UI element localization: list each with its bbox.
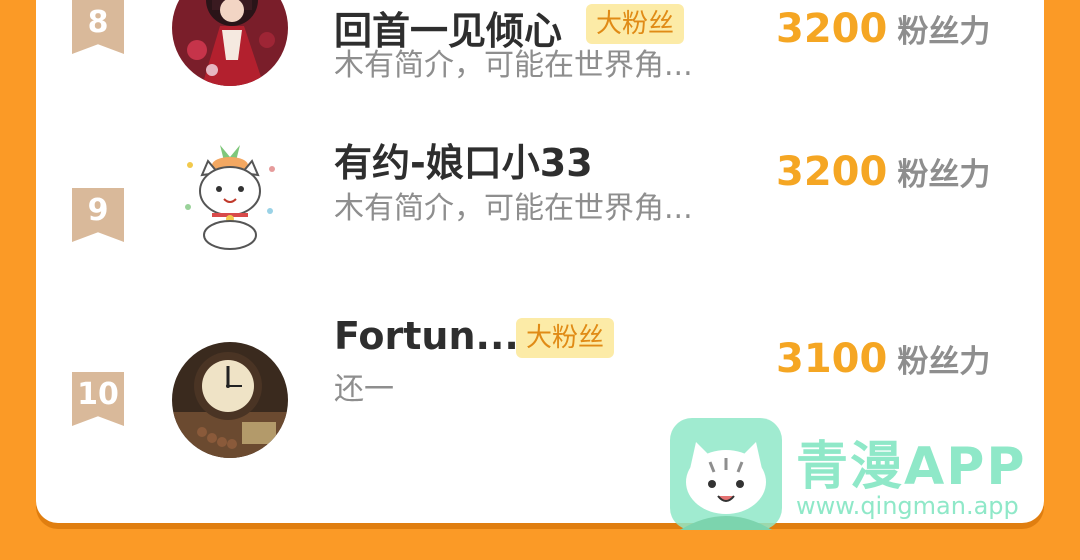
user-avatar[interactable] — [172, 342, 288, 458]
user-name[interactable]: 有约-娘口小33 — [334, 132, 593, 187]
watermark-url: www.qingman.app — [796, 492, 1019, 520]
score-value: 3100 — [776, 336, 888, 382]
rank-number: 10 — [77, 377, 119, 412]
score-unit: 粉丝力 — [897, 344, 991, 380]
rank-ribbon: 9 — [72, 188, 124, 242]
score-value: 3200 — [776, 6, 888, 52]
watermark-title: 青漫APP — [796, 437, 1027, 497]
user-avatar[interactable] — [172, 0, 288, 86]
score-unit: 粉丝力 — [897, 14, 991, 50]
leaderboard-row[interactable]: 9 有约-娘口小33 木有简介，可能在世界角... 3200 粉丝力 — [36, 135, 1044, 285]
leaderboard-row[interactable]: 8 回首一见倾心 大粉丝 木有简介，可能在世界角... 3200 粉丝力 — [36, 0, 1044, 110]
user-bio: 还一 — [334, 372, 394, 407]
user-bio: 木有简介，可能在世界角... — [334, 191, 693, 226]
fan-level-badge: 大粉丝 — [516, 318, 615, 358]
cartoon-cat-avatar-icon — [172, 135, 288, 251]
user-avatar[interactable] — [172, 135, 288, 251]
user-bio: 木有简介，可能在世界角... — [334, 48, 693, 83]
fan-power-score: 3200 粉丝力 — [776, 149, 990, 195]
score-unit: 粉丝力 — [897, 157, 991, 193]
antique-clock-avatar-icon — [172, 342, 288, 458]
cat-mascot-logo-icon — [670, 418, 782, 530]
score-value: 3200 — [776, 149, 888, 195]
watermark-logo — [670, 418, 782, 530]
user-name[interactable]: Fortun... — [334, 314, 519, 358]
rank-ribbon: 10 — [72, 372, 124, 426]
rank-ribbon: 8 — [72, 0, 124, 54]
rank-number: 8 — [87, 5, 109, 40]
rank-number: 9 — [87, 193, 109, 228]
fan-level-badge: 大粉丝 — [586, 4, 685, 44]
fan-power-score: 3200 粉丝力 — [776, 6, 990, 52]
fan-power-score: 3100 粉丝力 — [776, 336, 990, 382]
anime-girl-avatar-icon — [172, 0, 288, 86]
